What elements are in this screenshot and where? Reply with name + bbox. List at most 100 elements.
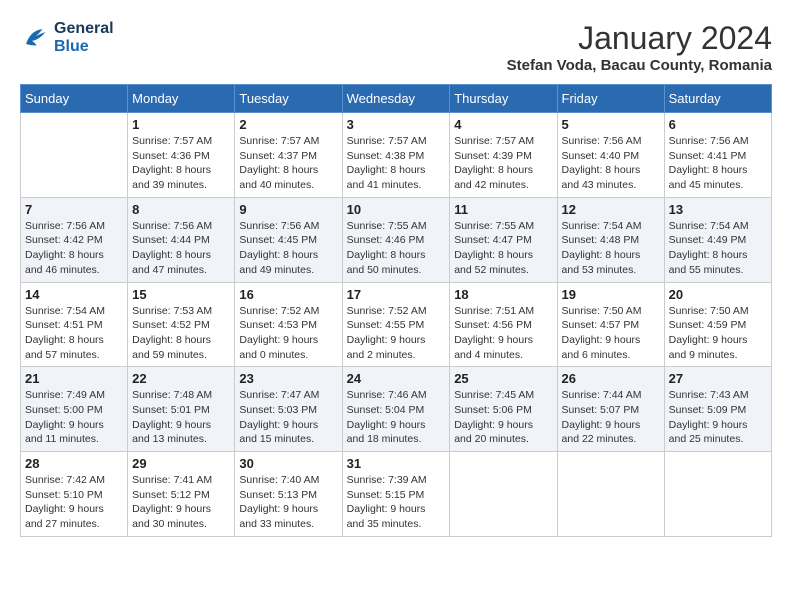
location: Stefan Voda, Bacau County, Romania <box>507 57 772 74</box>
day-number: 30 <box>239 456 337 471</box>
day-info: Sunrise: 7:57 AMSunset: 4:38 PMDaylight:… <box>347 134 446 193</box>
calendar-cell: 15 Sunrise: 7:53 AMSunset: 4:52 PMDayligh… <box>128 282 235 367</box>
day-number: 25 <box>454 371 552 386</box>
day-info: Sunrise: 7:56 AMSunset: 4:45 PMDaylight:… <box>239 219 337 278</box>
day-info: Sunrise: 7:48 AMSunset: 5:01 PMDaylight:… <box>132 388 230 447</box>
calendar-cell: 24Sunrise: 7:46 AMSunset: 5:04 PMDayligh… <box>342 367 450 452</box>
day-number: 26 <box>562 371 660 386</box>
day-info: Sunrise: 7:57 AMSunset: 4:39 PMDaylight:… <box>454 134 552 193</box>
calendar-cell: 25 Sunrise: 7:45 AMSunset: 5:06 PMDayligh… <box>450 367 557 452</box>
day-info: Sunrise: 7:54 AMSunset: 4:51 PMDaylight:… <box>25 304 123 363</box>
day-info: Sunrise: 7:47 AMSunset: 5:03 PMDaylight:… <box>239 388 337 447</box>
calendar-cell: 13 Sunrise: 7:54 AMSunset: 4:49 PMDayligh… <box>664 197 771 282</box>
calendar-cell <box>557 452 664 537</box>
page-header: General Blue January 2024 Stefan Voda, B… <box>20 20 772 74</box>
weekday-header-thursday: Thursday <box>450 85 557 113</box>
day-number: 20 <box>669 287 767 302</box>
week-row-4: 21 Sunrise: 7:49 AMSunset: 5:00 PMDayligh… <box>21 367 772 452</box>
day-info: Sunrise: 7:41 AMSunset: 5:12 PMDaylight:… <box>132 473 230 532</box>
calendar-table: SundayMondayTuesdayWednesdayThursdayFrid… <box>20 84 772 537</box>
day-info: Sunrise: 7:44 AMSunset: 5:07 PMDaylight:… <box>562 388 660 447</box>
calendar-cell: 12Sunrise: 7:54 AMSunset: 4:48 PMDayligh… <box>557 197 664 282</box>
day-number: 11 <box>454 202 552 217</box>
day-number: 23 <box>239 371 337 386</box>
day-number: 10 <box>347 202 446 217</box>
calendar-cell: 7 Sunrise: 7:56 AMSunset: 4:42 PMDaylight… <box>21 197 128 282</box>
day-info: Sunrise: 7:57 AMSunset: 4:36 PMDaylight:… <box>132 134 230 193</box>
calendar-cell: 10Sunrise: 7:55 AMSunset: 4:46 PMDayligh… <box>342 197 450 282</box>
calendar-cell: 14Sunrise: 7:54 AMSunset: 4:51 PMDayligh… <box>21 282 128 367</box>
day-number: 17 <box>347 287 446 302</box>
day-info: Sunrise: 7:50 AMSunset: 4:59 PMDaylight:… <box>669 304 767 363</box>
day-number: 9 <box>239 202 337 217</box>
calendar-cell: 8 Sunrise: 7:56 AMSunset: 4:44 PMDaylight… <box>128 197 235 282</box>
weekday-header-friday: Friday <box>557 85 664 113</box>
day-number: 13 <box>669 202 767 217</box>
day-number: 27 <box>669 371 767 386</box>
day-number: 28 <box>25 456 123 471</box>
calendar-cell: 30 Sunrise: 7:40 AMSunset: 5:13 PMDayligh… <box>235 452 342 537</box>
calendar-cell <box>664 452 771 537</box>
calendar-cell: 22 Sunrise: 7:48 AMSunset: 5:01 PMDayligh… <box>128 367 235 452</box>
day-info: Sunrise: 7:55 AMSunset: 4:47 PMDaylight:… <box>454 219 552 278</box>
weekday-header-row: SundayMondayTuesdayWednesdayThursdayFrid… <box>21 85 772 113</box>
week-row-1: 1Sunrise: 7:57 AMSunset: 4:36 PMDaylight… <box>21 113 772 198</box>
day-info: Sunrise: 7:56 AMSunset: 4:40 PMDaylight:… <box>562 134 660 193</box>
day-number: 5 <box>562 117 660 132</box>
calendar-cell: 9 Sunrise: 7:56 AMSunset: 4:45 PMDaylight… <box>235 197 342 282</box>
calendar-cell: 27 Sunrise: 7:43 AMSunset: 5:09 PMDayligh… <box>664 367 771 452</box>
day-number: 7 <box>25 202 123 217</box>
title-area: January 2024 Stefan Voda, Bacau County, … <box>507 20 772 74</box>
day-info: Sunrise: 7:40 AMSunset: 5:13 PMDaylight:… <box>239 473 337 532</box>
day-info: Sunrise: 7:57 AMSunset: 4:37 PMDaylight:… <box>239 134 337 193</box>
day-number: 24 <box>347 371 446 386</box>
day-info: Sunrise: 7:56 AMSunset: 4:41 PMDaylight:… <box>669 134 767 193</box>
calendar-cell <box>21 113 128 198</box>
calendar-cell: 28 Sunrise: 7:42 AMSunset: 5:10 PMDayligh… <box>21 452 128 537</box>
day-info: Sunrise: 7:45 AMSunset: 5:06 PMDaylight:… <box>454 388 552 447</box>
weekday-header-monday: Monday <box>128 85 235 113</box>
day-number: 8 <box>132 202 230 217</box>
weekday-header-saturday: Saturday <box>664 85 771 113</box>
calendar-cell: 4Sunrise: 7:57 AMSunset: 4:39 PMDaylight… <box>450 113 557 198</box>
day-info: Sunrise: 7:43 AMSunset: 5:09 PMDaylight:… <box>669 388 767 447</box>
calendar-cell: 5 Sunrise: 7:56 AMSunset: 4:40 PMDaylight… <box>557 113 664 198</box>
day-info: Sunrise: 7:56 AMSunset: 4:42 PMDaylight:… <box>25 219 123 278</box>
month-title: January 2024 <box>507 20 772 57</box>
day-info: Sunrise: 7:53 AMSunset: 4:52 PMDaylight:… <box>132 304 230 363</box>
calendar-cell: 3Sunrise: 7:57 AMSunset: 4:38 PMDaylight… <box>342 113 450 198</box>
day-info: Sunrise: 7:39 AMSunset: 5:15 PMDaylight:… <box>347 473 446 532</box>
day-info: Sunrise: 7:49 AMSunset: 5:00 PMDaylight:… <box>25 388 123 447</box>
day-number: 19 <box>562 287 660 302</box>
day-number: 15 <box>132 287 230 302</box>
day-info: Sunrise: 7:42 AMSunset: 5:10 PMDaylight:… <box>25 473 123 532</box>
day-number: 21 <box>25 371 123 386</box>
week-row-5: 28 Sunrise: 7:42 AMSunset: 5:10 PMDayligh… <box>21 452 772 537</box>
day-number: 16 <box>239 287 337 302</box>
weekday-header-sunday: Sunday <box>21 85 128 113</box>
day-info: Sunrise: 7:54 AMSunset: 4:48 PMDaylight:… <box>562 219 660 278</box>
logo-text: General Blue <box>54 20 114 56</box>
day-info: Sunrise: 7:51 AMSunset: 4:56 PMDaylight:… <box>454 304 552 363</box>
logo-icon <box>20 23 50 53</box>
calendar-cell: 6 Sunrise: 7:56 AMSunset: 4:41 PMDaylight… <box>664 113 771 198</box>
day-info: Sunrise: 7:56 AMSunset: 4:44 PMDaylight:… <box>132 219 230 278</box>
calendar-cell: 16 Sunrise: 7:52 AMSunset: 4:53 PMDayligh… <box>235 282 342 367</box>
calendar-cell: 17 Sunrise: 7:52 AMSunset: 4:55 PMDayligh… <box>342 282 450 367</box>
day-info: Sunrise: 7:54 AMSunset: 4:49 PMDaylight:… <box>669 219 767 278</box>
calendar-cell: 31Sunrise: 7:39 AMSunset: 5:15 PMDayligh… <box>342 452 450 537</box>
calendar-cell: 29Sunrise: 7:41 AMSunset: 5:12 PMDayligh… <box>128 452 235 537</box>
week-row-3: 14Sunrise: 7:54 AMSunset: 4:51 PMDayligh… <box>21 282 772 367</box>
calendar-cell: 21 Sunrise: 7:49 AMSunset: 5:00 PMDayligh… <box>21 367 128 452</box>
day-number: 22 <box>132 371 230 386</box>
day-number: 18 <box>454 287 552 302</box>
day-info: Sunrise: 7:52 AMSunset: 4:55 PMDaylight:… <box>347 304 446 363</box>
weekday-header-tuesday: Tuesday <box>235 85 342 113</box>
calendar-cell <box>450 452 557 537</box>
day-info: Sunrise: 7:52 AMSunset: 4:53 PMDaylight:… <box>239 304 337 363</box>
calendar-cell: 23 Sunrise: 7:47 AMSunset: 5:03 PMDayligh… <box>235 367 342 452</box>
calendar-cell: 1Sunrise: 7:57 AMSunset: 4:36 PMDaylight… <box>128 113 235 198</box>
day-number: 6 <box>669 117 767 132</box>
week-row-2: 7 Sunrise: 7:56 AMSunset: 4:42 PMDaylight… <box>21 197 772 282</box>
logo: General Blue <box>20 20 114 56</box>
